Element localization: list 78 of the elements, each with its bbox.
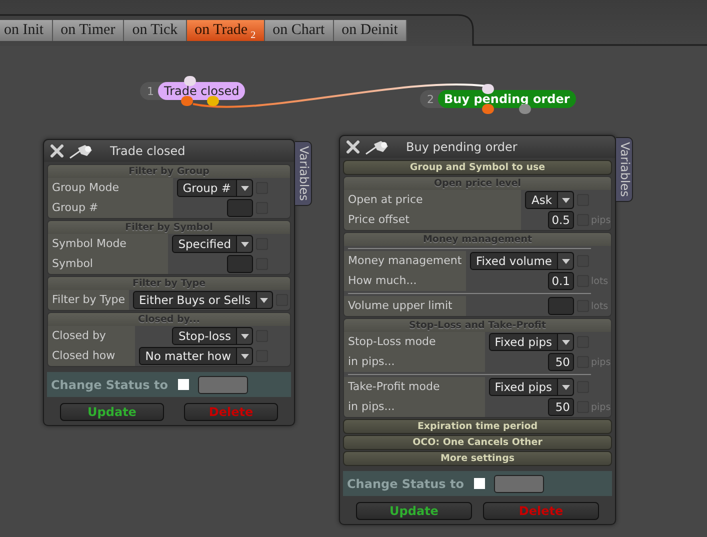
- update-button[interactable]: Update: [356, 502, 472, 520]
- tab[interactable]: on Timer: [52, 20, 124, 41]
- field-label: Symbol Mode: [48, 234, 168, 254]
- input-field[interactable]: 50: [548, 353, 574, 371]
- caret-icon: [557, 334, 573, 350]
- color-swatch[interactable]: [474, 478, 485, 489]
- status-label: Change Status to: [51, 378, 168, 392]
- field-label: Stop-Loss mode: [344, 332, 485, 352]
- caret-icon: [236, 236, 252, 252]
- field-label: Group Mode: [48, 178, 173, 198]
- field-label: Price offset: [344, 210, 522, 230]
- section-header[interactable]: Group and Symbol to use: [343, 160, 612, 175]
- connection-port[interactable]: [184, 76, 196, 86]
- caret-icon: [557, 379, 573, 395]
- caret-icon: [256, 292, 272, 308]
- status-field[interactable]: [198, 376, 248, 394]
- connection-port[interactable]: [207, 96, 219, 106]
- caret-icon: [236, 180, 252, 196]
- connection-port[interactable]: [482, 104, 494, 114]
- tab[interactable]: on Chart: [264, 20, 334, 41]
- dropdown[interactable]: No matter how: [139, 347, 253, 365]
- status-label: Change Status to: [347, 476, 464, 490]
- tab[interactable]: on Trade $_{2}$: [186, 20, 265, 41]
- close-icon[interactable]: [50, 144, 64, 158]
- field-label: in pips...: [344, 352, 485, 372]
- field-label: Volume upper limit: [344, 296, 466, 316]
- flow-node[interactable]: 2 Buy pending order: [420, 90, 576, 108]
- tab[interactable]: on Tick: [124, 20, 187, 41]
- input-field[interactable]: 0.5: [548, 211, 574, 229]
- pin-icon[interactable]: [68, 143, 94, 159]
- dropdown[interactable]: Either Buys or Sells: [133, 291, 273, 309]
- close-icon[interactable]: [346, 140, 360, 154]
- status-field[interactable]: [494, 474, 544, 492]
- field-label: Symbol: [48, 254, 168, 274]
- caret-icon: [557, 253, 573, 269]
- input-field[interactable]: [227, 199, 253, 217]
- node-number: 2: [426, 92, 435, 106]
- field-label: in pips...: [344, 397, 485, 417]
- input-field[interactable]: [227, 255, 253, 273]
- section-header[interactable]: More settings: [343, 451, 612, 466]
- field-label: Closed how: [48, 346, 136, 366]
- update-button[interactable]: Update: [60, 403, 164, 421]
- panel-title: Trade closed: [110, 144, 186, 158]
- dropdown[interactable]: Specified: [172, 235, 253, 253]
- connection-port[interactable]: [181, 96, 193, 106]
- pin-icon[interactable]: [364, 139, 390, 155]
- dropdown[interactable]: Stop-loss: [172, 327, 253, 345]
- field-label: Filter by Type: [48, 290, 129, 310]
- dropdown[interactable]: Fixed volume: [470, 252, 574, 270]
- caret-icon: [236, 348, 252, 364]
- field-label: Open at price: [344, 190, 522, 210]
- section-header[interactable]: Expiration time period: [343, 419, 612, 434]
- section-header[interactable]: OCO: One Cancels Other: [343, 435, 612, 450]
- flow-node[interactable]: 1 Trade closed: [140, 82, 246, 100]
- color-swatch[interactable]: [178, 379, 189, 390]
- dropdown[interactable]: Fixed pips: [488, 333, 574, 351]
- node-label: Buy pending order: [438, 90, 576, 108]
- input-field[interactable]: 0.1: [548, 272, 574, 290]
- caret-icon: [557, 192, 573, 208]
- tab[interactable]: on Deinit: [334, 20, 407, 41]
- field-label: Group #: [48, 198, 173, 218]
- panel-title: Buy pending order: [406, 140, 518, 154]
- dropdown[interactable]: Fixed pips: [488, 378, 574, 396]
- field-label: Money management: [344, 251, 466, 271]
- field-label: Take-Profit mode: [344, 377, 485, 397]
- input-field[interactable]: 50: [548, 398, 574, 416]
- field-label: Closed by: [48, 326, 136, 346]
- tab[interactable]: on Init: [0, 20, 53, 41]
- dropdown[interactable]: Ask: [525, 191, 574, 209]
- connection-port[interactable]: [482, 84, 494, 94]
- node-number: 1: [146, 84, 155, 98]
- dropdown[interactable]: Group #: [176, 179, 253, 197]
- node-label: Trade closed: [158, 82, 246, 100]
- input-field[interactable]: [548, 297, 574, 315]
- caret-icon: [236, 328, 252, 344]
- field-label: How much...: [344, 271, 466, 291]
- variables-tab[interactable]: Variables: [616, 137, 633, 202]
- variables-tab[interactable]: Variables: [295, 141, 312, 206]
